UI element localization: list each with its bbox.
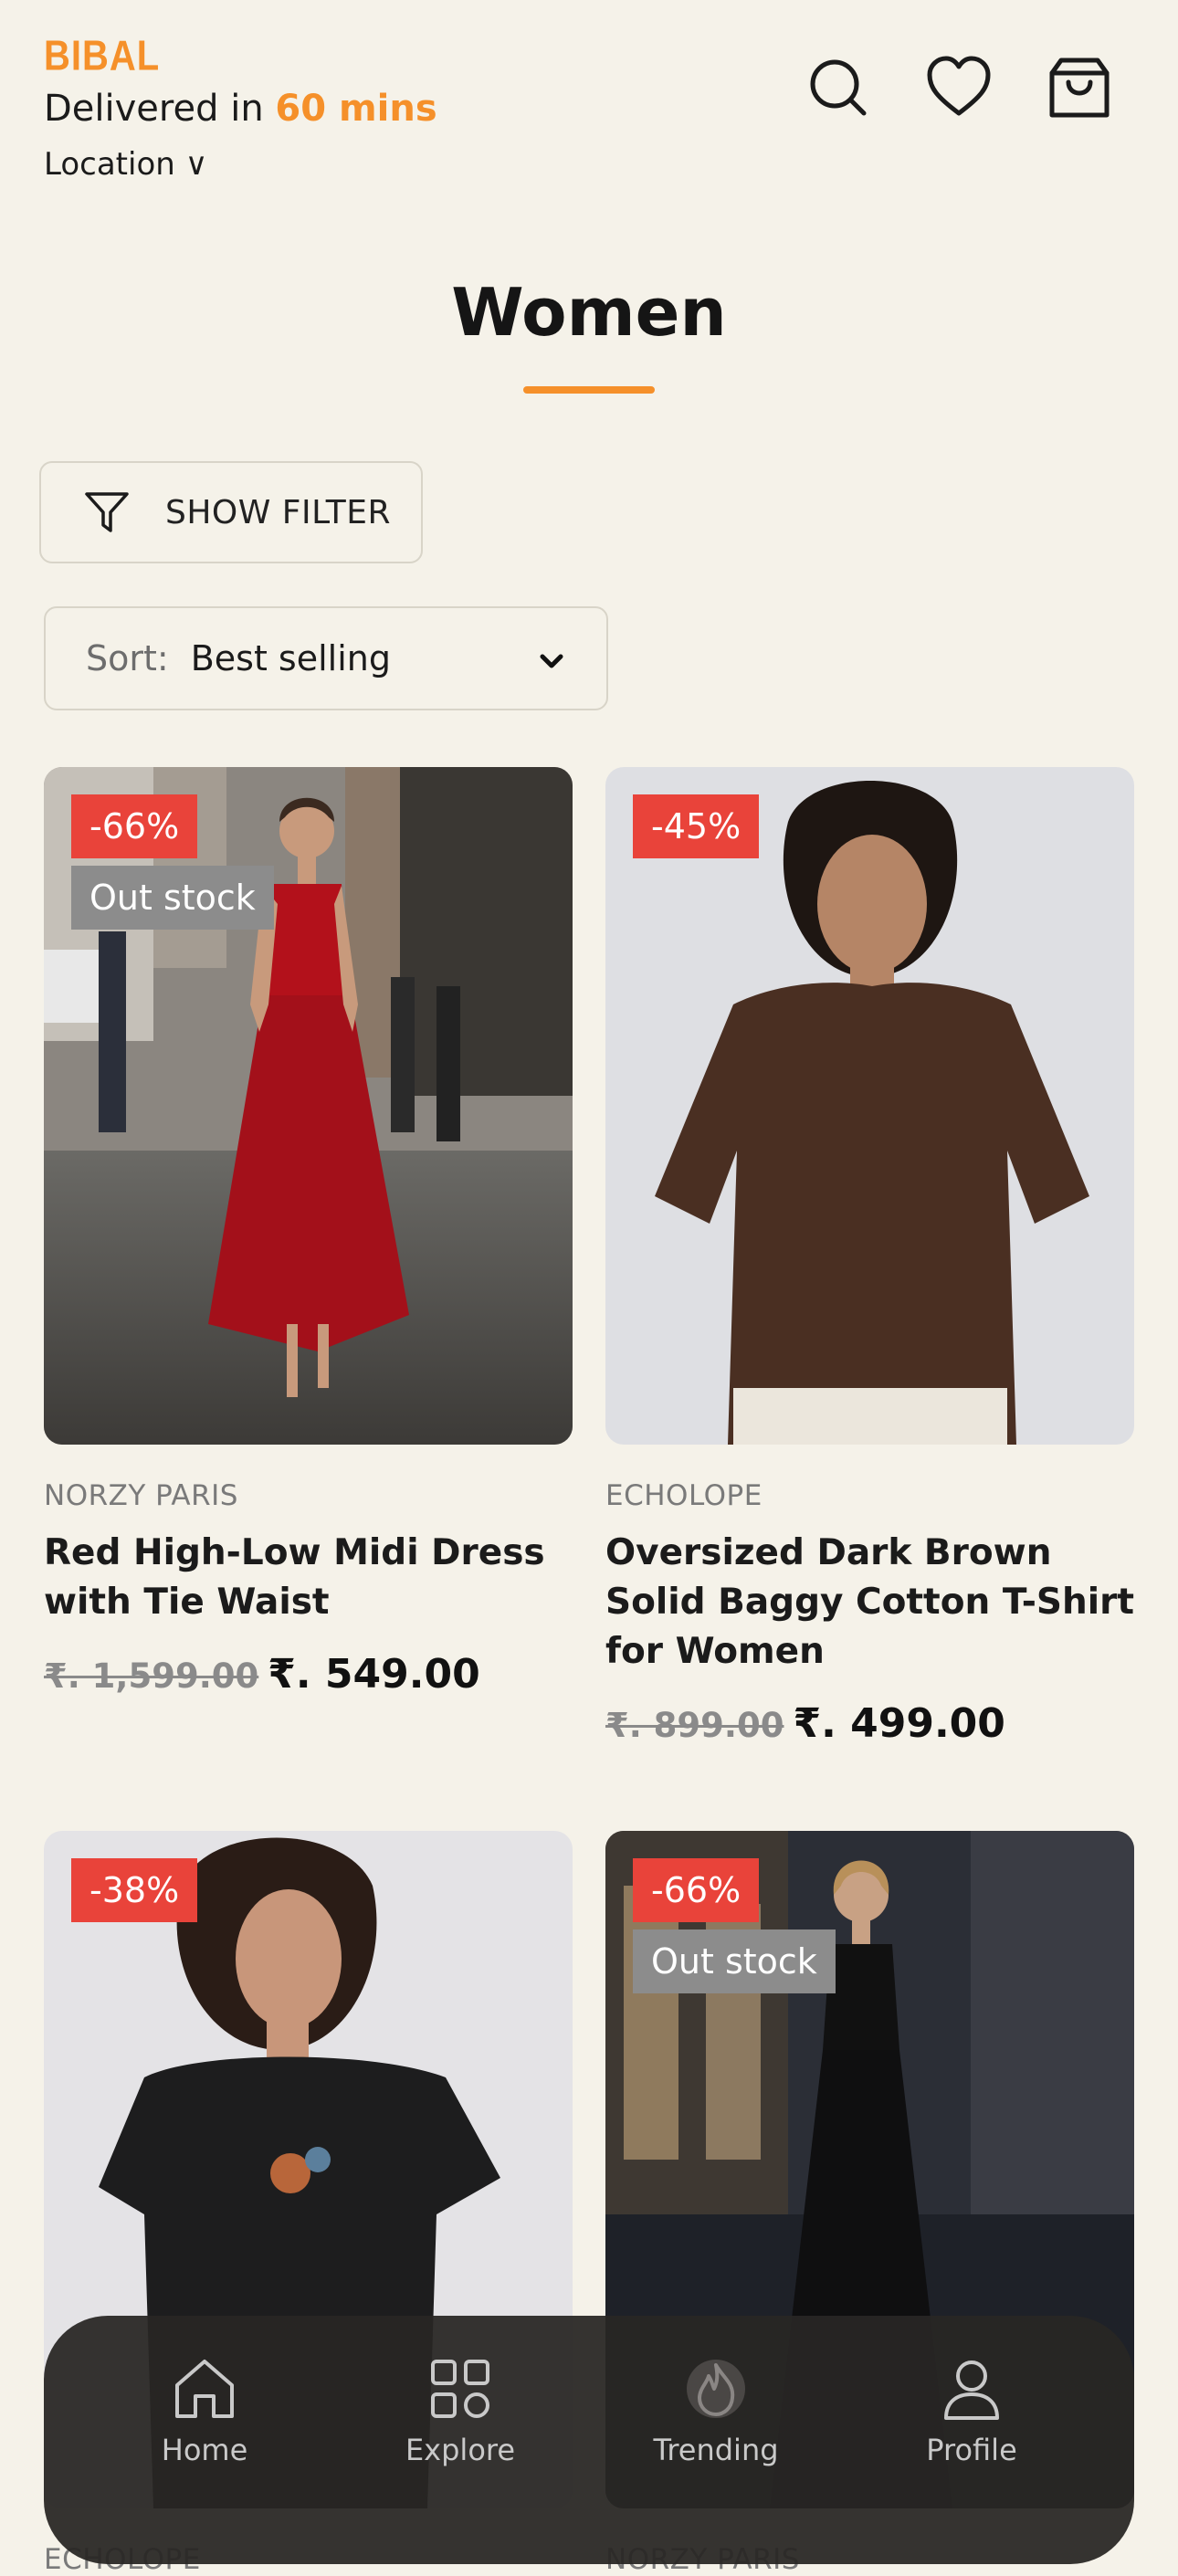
product-prices: ₹. 1,599.00 ₹. 549.00 <box>44 1651 573 1698</box>
show-filter-label: SHOW FILTER <box>165 493 391 531</box>
delivery-info: Delivered in 60 mins <box>44 88 437 130</box>
delivery-time: 60 mins <box>275 88 437 130</box>
delivery-prefix: Delivered in <box>44 88 276 130</box>
product-prices: ₹. 899.00 ₹. 499.00 <box>605 1700 1134 1747</box>
bottom-navigation: Home Explore Trending Profile <box>44 2316 1134 2564</box>
title-underline <box>523 386 655 394</box>
flame-icon <box>687 2360 745 2418</box>
sale-price: ₹. 499.00 <box>793 1700 1005 1747</box>
sort-label: Sort: <box>86 638 169 678</box>
location-selector[interactable]: Location ∨ <box>44 146 208 183</box>
heart-icon[interactable] <box>922 51 995 124</box>
discount-badge: -66% <box>633 1858 760 1922</box>
page-title: Women <box>451 274 727 351</box>
discount-badge: -45% <box>633 794 760 858</box>
out-of-stock-badge: Out stock <box>633 1929 836 1993</box>
discount-badge: -38% <box>71 1858 198 1922</box>
nav-home[interactable]: Home <box>113 2354 296 2467</box>
home-icon <box>175 2360 234 2418</box>
user-icon <box>944 2360 999 2420</box>
discount-badge: -66% <box>71 794 198 858</box>
product-image[interactable]: -66% Out stock <box>44 767 573 1445</box>
nav-home-label: Home <box>161 2433 248 2467</box>
product-image[interactable]: -45% <box>605 767 1134 1445</box>
product-card[interactable]: -45% ECHOLOPE Oversized Dark Brown Solid… <box>605 767 1134 1747</box>
product-card[interactable]: -66% Out stock NORZY PARIS Red High-Low … <box>44 767 573 1698</box>
product-name[interactable]: Red High-Low Midi Dress with Tie Waist <box>44 1529 573 1627</box>
nav-explore-label: Explore <box>405 2433 516 2467</box>
product-brand: ECHOLOPE <box>605 1479 763 1512</box>
product-name[interactable]: Oversized Dark Brown Solid Baggy Cotton … <box>605 1529 1134 1677</box>
nav-profile-label: Profile <box>926 2433 1017 2467</box>
sort-value: Best selling <box>190 638 391 678</box>
nav-explore[interactable]: Explore <box>369 2354 552 2467</box>
sale-price: ₹. 549.00 <box>268 1651 480 1698</box>
product-brand: NORZY PARIS <box>44 1479 238 1512</box>
brand-logo[interactable]: BIBAL <box>44 33 160 80</box>
original-price: ₹. 1,599.00 <box>44 1656 259 1696</box>
original-price: ₹. 899.00 <box>605 1706 784 1745</box>
nav-profile[interactable]: Profile <box>880 2354 1063 2467</box>
grid-icon <box>431 2360 489 2418</box>
shopping-bag-icon[interactable] <box>1043 51 1116 124</box>
chevron-down-icon <box>540 654 563 668</box>
nav-trending-label: Trending <box>653 2433 779 2467</box>
sort-dropdown[interactable]: Sort: Best selling <box>44 606 608 710</box>
show-filter-button[interactable]: SHOW FILTER <box>39 461 423 563</box>
out-of-stock-badge: Out stock <box>71 866 274 930</box>
search-icon[interactable] <box>802 51 875 124</box>
filter-icon <box>85 492 129 532</box>
nav-trending[interactable]: Trending <box>625 2354 807 2467</box>
